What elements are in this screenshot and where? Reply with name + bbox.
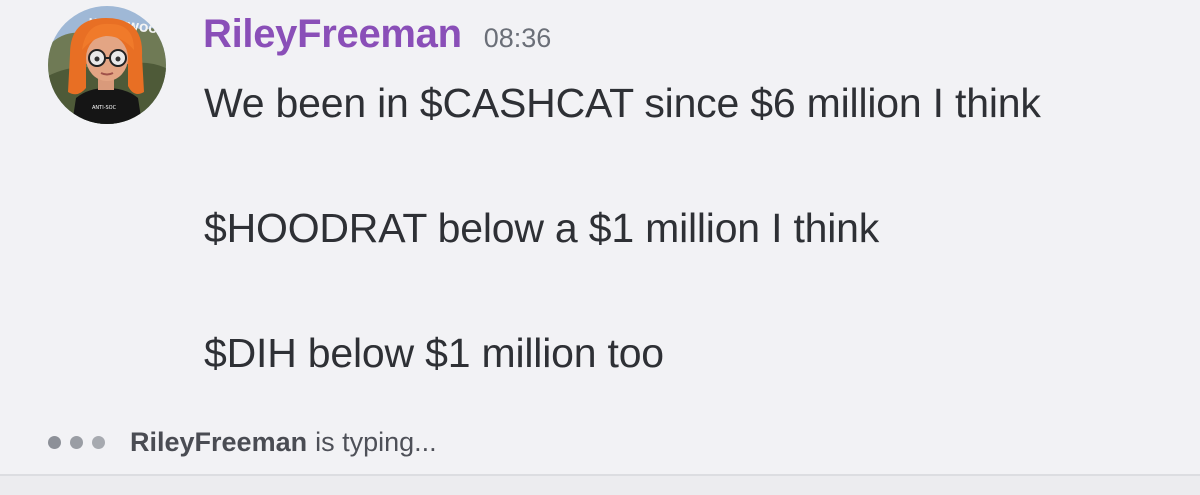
username[interactable]: RileyFreeman [203,12,462,57]
message-line: We been in $CASHCAT since $6 million I t… [204,80,1041,126]
typing-indicator: RileyFreeman is typing... [48,420,437,464]
message-line: $DIH below $1 million too [204,330,664,376]
chat-message: HOLLYWOO ANTI-SOC RileyFreeman 08:36 We … [0,0,1200,420]
typing-username: RileyFreeman [130,426,308,457]
avatar[interactable]: HOLLYWOO ANTI-SOC [48,6,166,124]
typing-text: is typing... [315,426,437,457]
typing-dots-icon [48,435,114,449]
message-composer[interactable] [0,476,1200,495]
message-line: $HOODRAT below a $1 million I think [204,205,880,251]
svg-text:ANTI-SOC: ANTI-SOC [92,105,117,111]
timestamp: 08:36 [483,23,552,53]
avatar-cartoon-woman-icon: HOLLYWOO ANTI-SOC [48,6,166,124]
message-header: RileyFreeman 08:36 [203,12,551,64]
